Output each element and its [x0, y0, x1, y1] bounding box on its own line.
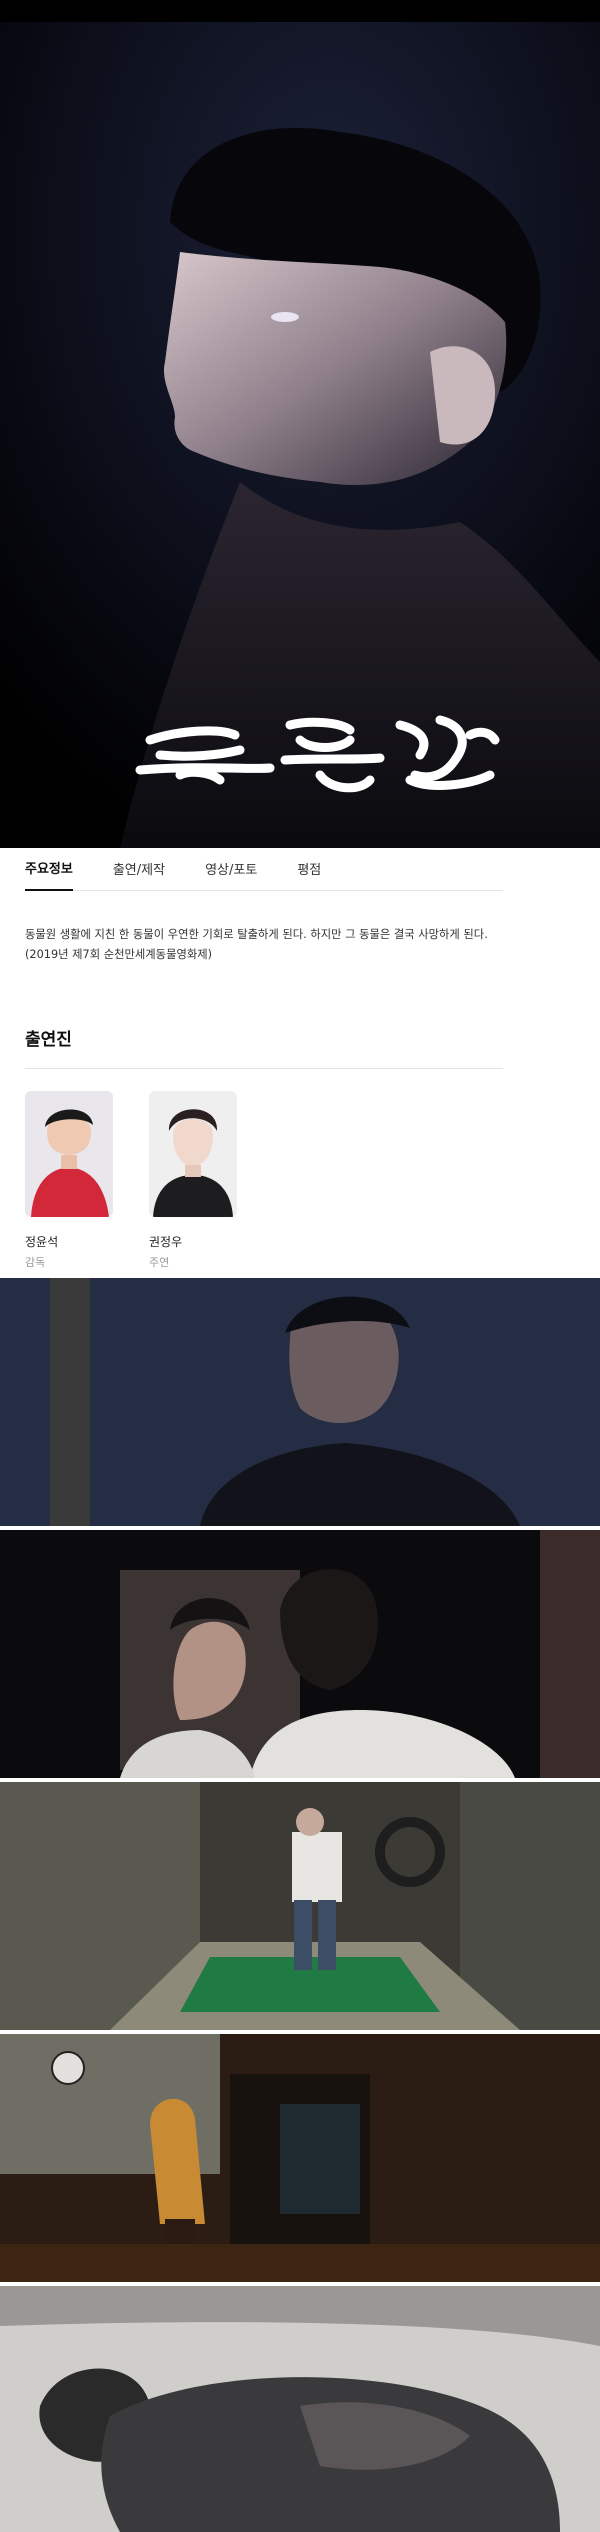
tab-rating[interactable]: 평점: [297, 859, 321, 890]
cast-name: 정윤석: [25, 1235, 59, 1249]
still-image[interactable]: [0, 1782, 600, 2030]
synopsis-line: 동물원 생활에 지친 한 동물이 우연한 기회로 탈출하게 된다. 하지만 그 …: [25, 928, 488, 941]
title-calligraphy: [135, 715, 500, 793]
still-image[interactable]: [0, 1530, 600, 1778]
cast-card[interactable]: 권정우 주연: [149, 1091, 237, 1270]
still-image[interactable]: [0, 2286, 600, 2532]
tab-bar: 주요정보 출연/제작 영상/포토 평점: [25, 848, 503, 891]
detail-content: 주요정보 출연/제작 영상/포토 평점 동물원 생활에 지친 한 동물이 우연한…: [0, 848, 600, 1270]
tab-video-photo[interactable]: 영상/포토: [205, 859, 257, 890]
cast-role: 주연: [149, 1256, 170, 1269]
still-image[interactable]: [0, 1278, 600, 1526]
cast-photo: [25, 1091, 113, 1217]
cast-list: 정윤석 감독 권정우 주연: [25, 1091, 575, 1270]
cast-role: 감독: [25, 1256, 46, 1269]
cast-photo: [149, 1091, 237, 1217]
synopsis-festival: (2019년 제7회 순천만세계동물영화제): [25, 948, 213, 961]
top-bar: [0, 0, 600, 22]
still-gallery: [0, 1278, 600, 2532]
tab-cast-production[interactable]: 출연/제작: [113, 859, 165, 890]
cast-name: 권정우: [149, 1235, 183, 1249]
tab-main-info[interactable]: 주요정보: [25, 858, 73, 891]
cast-card[interactable]: 정윤석 감독: [25, 1091, 113, 1270]
still-image[interactable]: [0, 2034, 600, 2282]
hero-poster: [0, 0, 600, 848]
synopsis: 동물원 생활에 지친 한 동물이 우연한 기회로 탈출하게 된다. 하지만 그 …: [25, 925, 503, 965]
cast-section-title: 출연진: [25, 1025, 503, 1069]
